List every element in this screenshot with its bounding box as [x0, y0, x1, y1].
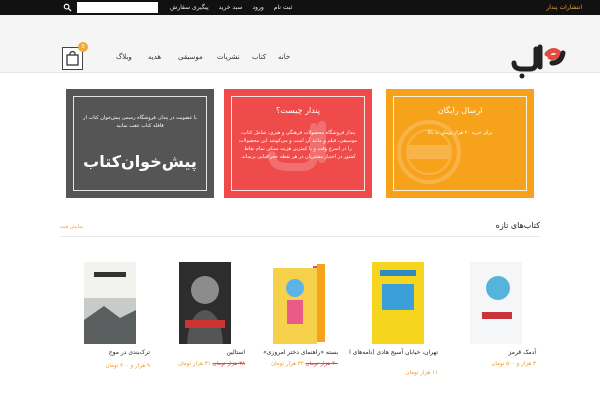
show-all-link[interactable]: نمایش همه: [60, 224, 83, 230]
new-price: ۳۲ هزار تومان: [271, 361, 304, 367]
promo-box-free-shipping[interactable]: ارسال رایگان برای خرید ۲۰ هزار تومان به …: [386, 89, 534, 198]
promo-box-about[interactable]: پندار چیست؟ پندار فروشگاه محصولات فرهنگی…: [224, 89, 372, 198]
nav-item-blog[interactable]: وبلاگ: [116, 53, 132, 61]
product-card[interactable]: تهران، خیابان آسیج هادی (نامه‌های ا ۱۱ ه…: [348, 244, 440, 400]
product-title[interactable]: ترک‌بندی در موج: [60, 348, 150, 357]
product-title[interactable]: استالین: [155, 348, 245, 357]
shopping-bag-icon: [66, 50, 79, 66]
book-cover[interactable]: [179, 262, 231, 344]
account-link[interactable]: ورود: [252, 4, 263, 11]
account-links: ثبت نام ورود سبد خرید پیگیری سفارش: [170, 0, 292, 15]
account-link[interactable]: سبد خرید: [219, 4, 243, 11]
product-card[interactable]: ترک‌بندی در موج ۹ هزار و ۴۰۰ تومان: [60, 244, 152, 400]
nav-item-books[interactable]: کتاب: [252, 53, 266, 61]
book-set-cover[interactable]: [268, 262, 330, 344]
promo-box-pishkhan[interactable]: با عضویت در پندار، فروشگاه رسمی پیش‌خوان…: [66, 89, 214, 198]
product-price: ۱۱ هزار تومان: [405, 370, 438, 376]
account-link[interactable]: پیگیری سفارش: [170, 4, 209, 11]
promo-headline: پیش‌خوان‌کتاب: [83, 152, 197, 171]
nav-item-magazines[interactable]: نشریات: [217, 53, 240, 61]
search-input[interactable]: [77, 2, 158, 13]
product-card[interactable]: بسته «راهنمای دختر امروزی» ۴۰ هزار تومان…: [248, 244, 340, 400]
promo-title: ارسال رایگان: [437, 106, 483, 115]
top-bar: ثبت نام ورود سبد خرید پیگیری سفارش انتشا…: [0, 0, 600, 15]
product-price: ۴۰ هزار تومان ۳۲ هزار تومان: [248, 361, 338, 367]
nav-item-music[interactable]: موسیقی: [178, 53, 203, 61]
product-price: ۹ هزار و ۴۰۰ تومان: [105, 363, 150, 369]
promo-text: پندار فروشگاه محصولات فرهنگی و هنری، شام…: [238, 130, 358, 160]
promo-title: پندار چیست؟: [275, 106, 321, 115]
search-icon[interactable]: [63, 3, 72, 12]
book-cover[interactable]: [84, 262, 136, 344]
old-price: ۴۰ هزار تومان: [305, 361, 338, 367]
new-price: ۳۱ هزار تومان: [178, 361, 211, 367]
product-price: ۳ هزار و ۵۰۰ تومان: [491, 361, 536, 367]
product-card[interactable]: استالین ۳۸ هزار تومان ۳۱ هزار تومان: [155, 244, 247, 400]
new-books-heading: کتاب‌های تازه: [495, 221, 540, 230]
old-price: ۳۸ هزار تومان: [212, 361, 245, 367]
book-cover[interactable]: [470, 262, 522, 344]
promo-frame: [73, 96, 207, 191]
pendar-logo[interactable]: [508, 37, 568, 79]
product-title[interactable]: تهران، خیابان آسیج هادی (نامه‌های ا: [348, 348, 438, 357]
nav-item-home[interactable]: خانه: [278, 53, 290, 61]
section-divider: [60, 236, 540, 237]
store-link[interactable]: انتشارات پندار: [546, 0, 582, 15]
cart-count-badge: 0: [78, 42, 88, 52]
book-cover[interactable]: [372, 262, 424, 344]
account-link[interactable]: ثبت نام: [274, 4, 293, 11]
product-title[interactable]: بسته «راهنمای دختر امروزی»: [248, 348, 338, 357]
site-header: 0 وبلاگ هدیه موسیقی نشریات کتاب خانه: [0, 15, 600, 79]
product-card[interactable]: آدمک قرمز ۳ هزار و ۵۰۰ تومان: [446, 244, 538, 400]
promo-text: برای خرید ۲۰ هزار تومان به بالا: [427, 130, 493, 136]
nav-item-gift[interactable]: هدیه: [148, 53, 161, 61]
main-nav: وبلاگ هدیه موسیقی نشریات کتاب خانه: [110, 53, 300, 73]
product-title[interactable]: آدمک قرمز: [446, 348, 536, 357]
promo-text: با عضویت در پندار، فروشگاه رسمی پیش‌خوان…: [83, 115, 197, 129]
product-price: ۳۸ هزار تومان ۳۱ هزار تومان: [155, 361, 245, 367]
